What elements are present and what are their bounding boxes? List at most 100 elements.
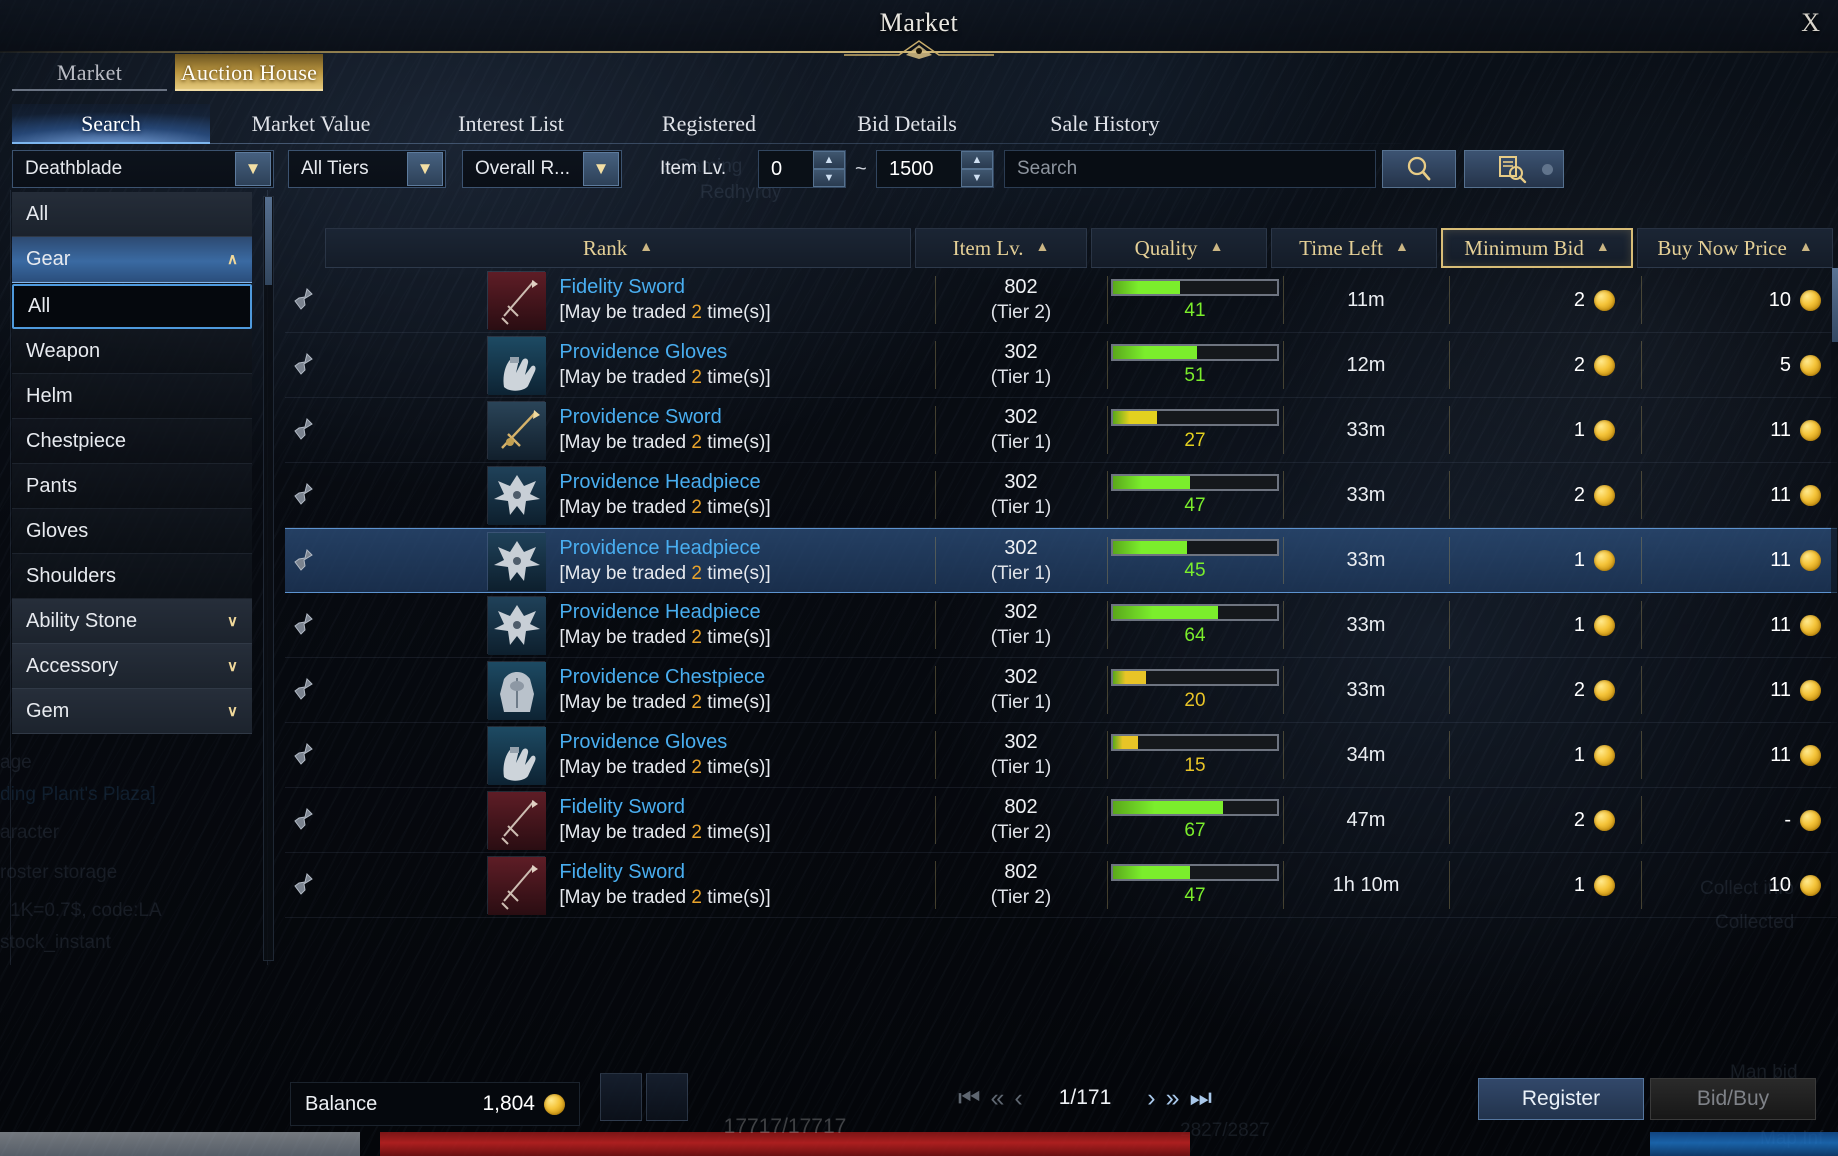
inventory-slot-2[interactable]	[646, 1073, 688, 1121]
sidebar-item-helm-4[interactable]: Helm	[12, 374, 252, 419]
column-header-rank[interactable]: Rank ▲	[325, 228, 911, 268]
sidebar-scroll-thumb[interactable]	[265, 197, 272, 285]
stepper-buttons[interactable]: ▲ ▼	[961, 151, 993, 187]
sort-dropdown[interactable]: Overall R... ▼	[462, 150, 622, 188]
class-dropdown[interactable]: Deathblade ▼	[12, 150, 274, 188]
pin-icon[interactable]	[285, 723, 321, 787]
pin-icon[interactable]	[285, 529, 321, 592]
column-header-buy-now-price[interactable]: Buy Now Price ▲	[1637, 228, 1833, 268]
table-row[interactable]: Providence Headpiece [May be traded 2 tim…	[285, 593, 1837, 658]
sub-tab-interest-list[interactable]: Interest List	[412, 104, 610, 144]
page-prevset-button[interactable]: «	[990, 1083, 1004, 1113]
table-scroll-thumb[interactable]	[1832, 268, 1838, 342]
table-row[interactable]: Providence Chestpiece [May be traded 2 ti…	[285, 658, 1837, 723]
sidebar-item-pants-6[interactable]: Pants	[12, 464, 252, 509]
sidebar-item-weapon-3[interactable]: Weapon	[12, 329, 252, 374]
column-header-time-left[interactable]: Time Left ▲	[1271, 228, 1437, 268]
sidebar-scrollbar[interactable]	[263, 196, 274, 961]
pin-icon[interactable]	[285, 788, 321, 852]
inventory-slot-1[interactable]	[600, 1073, 642, 1121]
sidebar-item-chestpiece-5[interactable]: Chestpiece	[12, 419, 252, 464]
table-row[interactable]: Providence Headpiece [May be traded 2 tim…	[285, 463, 1837, 528]
column-header-minimum-bid[interactable]: Minimum Bid ▲	[1441, 228, 1633, 268]
item-name-cell[interactable]: Providence Chestpiece [May be traded 2 ti…	[321, 658, 935, 722]
sidebar-item-gem-11[interactable]: Gem ∨	[12, 689, 252, 734]
stepper-up-icon[interactable]: ▲	[813, 151, 845, 169]
column-header-item-lv[interactable]: Item Lv. ▲	[915, 228, 1087, 268]
sub-tab-sale-history[interactable]: Sale History	[1006, 104, 1204, 144]
item-name-cell[interactable]: Fidelity Sword [May be traded 2 time(s)]	[321, 788, 935, 852]
item-name-link[interactable]: Fidelity Sword	[559, 274, 770, 300]
tier-dropdown[interactable]: All Tiers ▼	[288, 150, 446, 188]
sidebar-item-label: Gloves	[26, 519, 89, 542]
page-next-button[interactable]: ›	[1147, 1083, 1155, 1113]
table-row[interactable]: Fidelity Sword [May be traded 2 time(s)] 8…	[285, 268, 1837, 333]
item-name-cell[interactable]: Providence Gloves [May be traded 2 time(s…	[321, 333, 935, 397]
item-level-max-stepper[interactable]: 1500 ▲ ▼	[876, 150, 994, 188]
page-prev-button[interactable]: ‹	[1014, 1083, 1022, 1113]
register-button[interactable]: Register	[1478, 1078, 1644, 1120]
sidebar-item-shoulders-8[interactable]: Shoulders	[12, 554, 252, 599]
item-name-link[interactable]: Providence Chestpiece	[559, 664, 770, 690]
pin-icon[interactable]	[285, 593, 321, 657]
stepper-down-icon[interactable]: ▼	[813, 169, 845, 187]
sidebar-item-gloves-7[interactable]: Gloves	[12, 509, 252, 554]
item-name-link[interactable]: Fidelity Sword	[559, 859, 770, 885]
sub-tab-registered[interactable]: Registered	[610, 104, 808, 144]
table-row[interactable]: Providence Gloves [May be traded 2 time(s…	[285, 723, 1837, 788]
pin-icon[interactable]	[285, 463, 321, 527]
sidebar-item-all-0[interactable]: All	[12, 192, 252, 237]
sidebar-item-gear-1[interactable]: Gear ∧	[12, 237, 252, 282]
page-nextset-button[interactable]: »	[1166, 1083, 1180, 1113]
item-name-cell[interactable]: Providence Headpiece [May be traded 2 tim…	[321, 593, 935, 657]
sidebar-item-all-2[interactable]: All	[12, 284, 252, 329]
sidebar-item-ability-stone-9[interactable]: Ability Stone ∨	[12, 599, 252, 644]
pin-icon[interactable]	[285, 268, 321, 332]
sub-tab-market-value[interactable]: Market Value	[212, 104, 410, 144]
item-name-link[interactable]: Providence Headpiece	[559, 469, 770, 495]
item-name-cell[interactable]: Providence Headpiece [May be traded 2 tim…	[321, 463, 935, 527]
table-row[interactable]: Fidelity Sword [May be traded 2 time(s)] 8…	[285, 853, 1837, 918]
search-input[interactable]	[1005, 158, 1375, 180]
stepper-buttons[interactable]: ▲ ▼	[813, 151, 845, 187]
sub-tab-search[interactable]: Search	[12, 104, 210, 144]
top-tab-auction-house[interactable]: Auction House	[175, 54, 323, 91]
search-field-wrapper[interactable]	[1004, 150, 1376, 188]
sub-tab-bid-details[interactable]: Bid Details	[808, 104, 1006, 144]
table-row[interactable]: Providence Sword [May be traded 2 time(s)…	[285, 398, 1837, 463]
item-name-cell[interactable]: Providence Gloves [May be traded 2 time(s…	[321, 723, 935, 787]
sidebar-item-accessory-10[interactable]: Accessory ∨	[12, 644, 252, 689]
item-name-cell[interactable]: Providence Sword [May be traded 2 time(s)…	[321, 398, 935, 462]
column-header-quality[interactable]: Quality ▲	[1091, 228, 1267, 268]
pin-icon[interactable]	[285, 398, 321, 462]
stepper-up-icon[interactable]: ▲	[961, 151, 993, 169]
top-tab-market[interactable]: Market	[12, 54, 167, 91]
close-button[interactable]: X	[1801, 8, 1820, 38]
table-row[interactable]: Fidelity Sword [May be traded 2 time(s)] 8…	[285, 788, 1837, 853]
pin-icon[interactable]	[285, 658, 321, 722]
item-name-link[interactable]: Providence Headpiece	[559, 535, 770, 561]
item-name-link[interactable]: Providence Gloves	[559, 339, 770, 365]
item-name-link[interactable]: Providence Sword	[559, 404, 770, 430]
advanced-search-button[interactable]	[1464, 150, 1564, 188]
item-name-link[interactable]: Providence Gloves	[559, 729, 770, 755]
page-last-button[interactable]: ⏭	[1190, 1083, 1213, 1113]
bid-buy-button[interactable]: Bid/Buy	[1650, 1078, 1816, 1120]
search-button[interactable]	[1382, 150, 1456, 188]
buy-now-price-cell: 11	[1641, 529, 1837, 592]
pin-icon[interactable]	[285, 333, 321, 397]
pin-icon[interactable]	[285, 853, 321, 917]
item-name-cell[interactable]: Fidelity Sword [May be traded 2 time(s)]	[321, 853, 935, 917]
stepper-down-icon[interactable]: ▼	[961, 169, 993, 187]
item-name-link[interactable]: Fidelity Sword	[559, 794, 770, 820]
page-first-button[interactable]: ⏮	[958, 1083, 981, 1113]
table-scrollbar[interactable]	[1831, 268, 1838, 916]
table-row[interactable]: Providence Headpiece [May be traded 2 tim…	[285, 528, 1837, 593]
gold-coin-icon	[1800, 874, 1821, 896]
table-row[interactable]: Providence Gloves [May be traded 2 time(s…	[285, 333, 1837, 398]
item-name-link[interactable]: Providence Headpiece	[559, 599, 770, 625]
trade-suffix: time(s)]	[702, 562, 771, 584]
item-name-cell[interactable]: Providence Headpiece [May be traded 2 tim…	[321, 529, 935, 592]
item-level-min-stepper[interactable]: 0 ▲ ▼	[758, 150, 846, 188]
item-name-cell[interactable]: Fidelity Sword [May be traded 2 time(s)]	[321, 268, 935, 332]
